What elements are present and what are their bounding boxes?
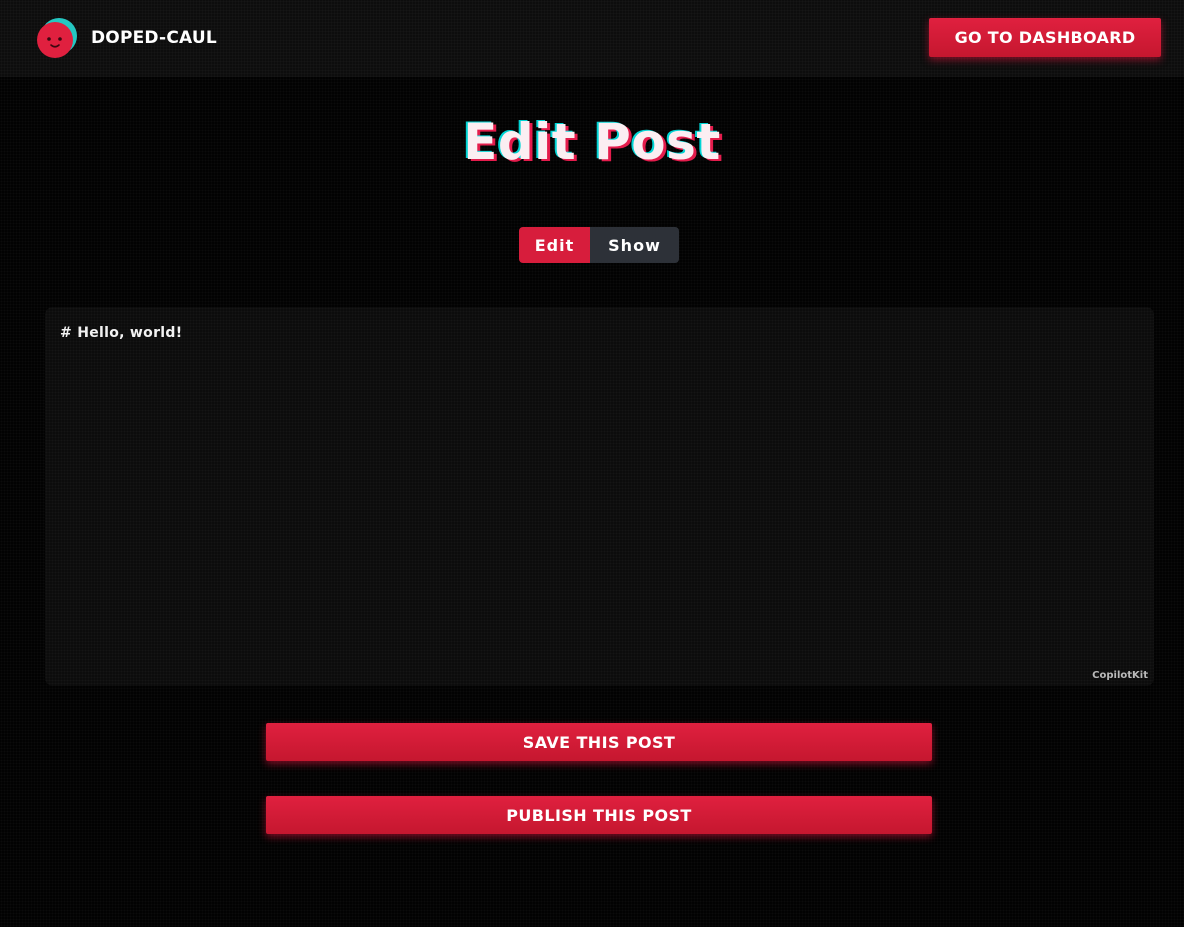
top-navbar: DOPED-CAUL GO TO DASHBOARD	[0, 0, 1184, 77]
smiley-face-logo-icon[interactable]	[36, 18, 77, 59]
post-editor: # Hello, world! CopilotKit	[45, 307, 1154, 686]
show-tab[interactable]: Show	[590, 227, 679, 263]
mode-toggle: Edit Show	[519, 227, 679, 263]
publish-post-button[interactable]: PUBLISH THIS POST	[266, 796, 932, 834]
go-to-dashboard-button[interactable]: GO TO DASHBOARD	[929, 18, 1161, 57]
save-post-button[interactable]: SAVE THIS POST	[266, 723, 932, 761]
markdown-textarea[interactable]: # Hello, world!	[45, 307, 1154, 686]
edit-tab[interactable]: Edit	[519, 227, 590, 263]
brand-name[interactable]: DOPED-CAUL	[91, 28, 217, 48]
page-title: Edit Post	[463, 113, 721, 171]
copilotkit-watermark: CopilotKit	[1092, 670, 1148, 681]
